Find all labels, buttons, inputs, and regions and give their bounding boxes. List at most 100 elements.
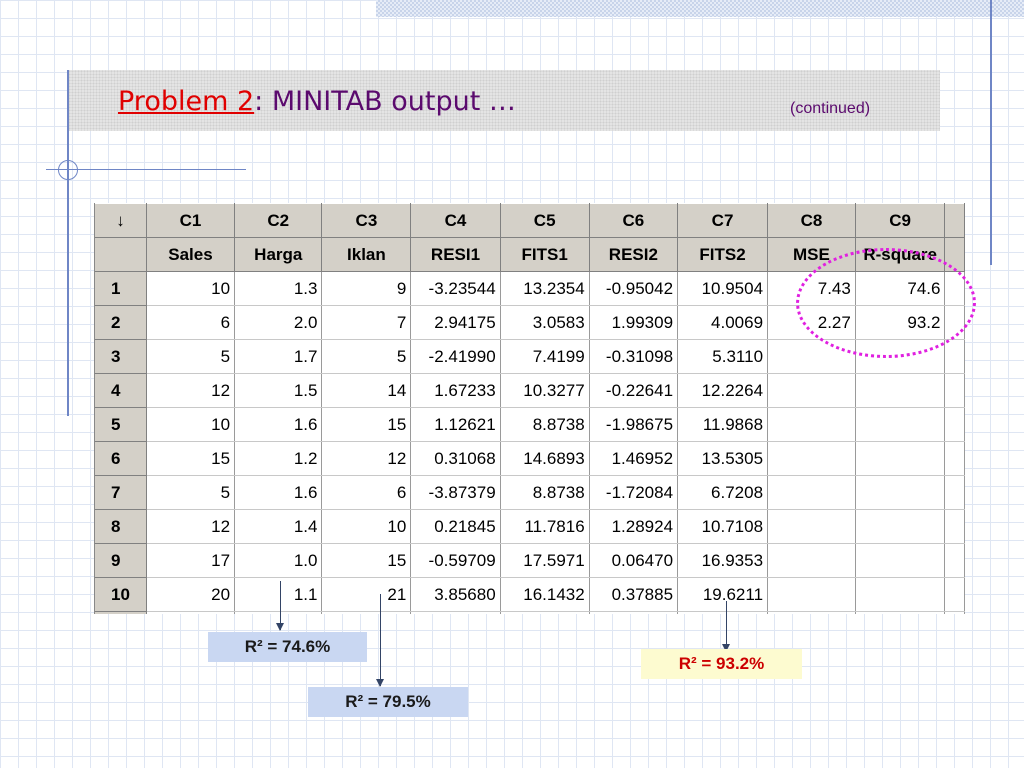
row-number[interactable]: 4 bbox=[95, 373, 147, 408]
table-cell[interactable]: 11.9868 bbox=[677, 407, 769, 442]
column-name[interactable]: FITS2 bbox=[677, 237, 769, 272]
table-cell[interactable]: 7.4199 bbox=[500, 339, 590, 374]
table-cell[interactable]: 1.99309 bbox=[589, 305, 679, 340]
table-cell[interactable]: 0.21845 bbox=[410, 509, 501, 544]
column-name[interactable]: RESI1 bbox=[410, 237, 501, 272]
table-cell[interactable]: -0.95042 bbox=[589, 271, 679, 306]
row-number[interactable]: 1 bbox=[95, 271, 147, 306]
table-cell[interactable] bbox=[767, 373, 856, 408]
table-cell[interactable]: 19.6211 bbox=[677, 577, 769, 612]
column-header[interactable]: C7 bbox=[677, 203, 769, 238]
table-cell[interactable]: 1.3 bbox=[234, 271, 323, 306]
table-cell[interactable]: 10.3277 bbox=[500, 373, 590, 408]
table-cell[interactable]: 10.7108 bbox=[677, 509, 769, 544]
table-cell[interactable] bbox=[767, 407, 856, 442]
table-cell[interactable]: -3.87379 bbox=[410, 475, 501, 510]
table-cell[interactable]: 1.6 bbox=[234, 407, 323, 442]
column-name[interactable]: Harga bbox=[234, 237, 323, 272]
table-cell[interactable]: 5 bbox=[321, 339, 412, 374]
table-cell[interactable]: 1.6 bbox=[234, 475, 323, 510]
table-cell[interactable]: 0.31068 bbox=[410, 441, 501, 476]
table-cell[interactable]: -0.22641 bbox=[589, 373, 679, 408]
table-cell[interactable]: 1.46952 bbox=[589, 441, 679, 476]
table-cell[interactable]: 12 bbox=[321, 441, 412, 476]
table-cell[interactable] bbox=[855, 509, 946, 544]
table-cell[interactable]: 14.6893 bbox=[500, 441, 590, 476]
table-cell[interactable]: 20 bbox=[146, 577, 236, 612]
problem-link[interactable]: Problem 2 bbox=[118, 86, 254, 117]
table-cell[interactable]: 1.7 bbox=[234, 339, 323, 374]
column-name[interactable]: Sales bbox=[146, 237, 236, 272]
table-cell[interactable]: 8.8738 bbox=[500, 475, 590, 510]
column-name[interactable]: FITS1 bbox=[500, 237, 590, 272]
table-cell[interactable]: -1.72084 bbox=[589, 475, 679, 510]
table-cell[interactable]: 12.2264 bbox=[677, 373, 769, 408]
row-number[interactable]: 8 bbox=[95, 509, 147, 544]
table-cell[interactable] bbox=[855, 407, 946, 442]
table-cell[interactable]: 17 bbox=[146, 543, 236, 578]
table-cell[interactable]: 6 bbox=[146, 305, 236, 340]
table-cell[interactable] bbox=[767, 577, 856, 612]
table-cell[interactable]: 10 bbox=[146, 407, 236, 442]
column-name[interactable]: Iklan bbox=[321, 237, 412, 272]
table-cell[interactable] bbox=[855, 577, 946, 612]
table-cell[interactable] bbox=[767, 441, 856, 476]
table-cell[interactable]: 0.06470 bbox=[589, 543, 679, 578]
table-cell[interactable]: 1.12621 bbox=[410, 407, 501, 442]
table-cell[interactable]: 1.4 bbox=[234, 509, 323, 544]
table-cell[interactable]: 14 bbox=[321, 373, 412, 408]
table-cell[interactable]: 9 bbox=[321, 271, 412, 306]
column-header[interactable]: C9 bbox=[855, 203, 946, 238]
table-cell[interactable]: 12 bbox=[146, 373, 236, 408]
table-cell[interactable]: -0.31098 bbox=[589, 339, 679, 374]
table-cell[interactable] bbox=[855, 543, 946, 578]
table-cell[interactable] bbox=[855, 475, 946, 510]
table-cell[interactable]: -2.41990 bbox=[410, 339, 501, 374]
row-number[interactable]: 9 bbox=[95, 543, 147, 578]
column-header[interactable]: C1 bbox=[146, 203, 236, 238]
table-cell[interactable]: 5 bbox=[146, 339, 236, 374]
table-cell[interactable]: 1.2 bbox=[234, 441, 323, 476]
table-cell[interactable]: 1.5 bbox=[234, 373, 323, 408]
table-cell[interactable]: 4.0069 bbox=[677, 305, 769, 340]
table-cell[interactable]: 1.1 bbox=[234, 577, 323, 612]
table-cell[interactable]: 15 bbox=[146, 441, 236, 476]
row-number[interactable]: 2 bbox=[95, 305, 147, 340]
table-cell[interactable]: 8.8738 bbox=[500, 407, 590, 442]
table-cell[interactable] bbox=[855, 373, 946, 408]
table-cell[interactable]: -3.23544 bbox=[410, 271, 501, 306]
column-header[interactable]: C2 bbox=[234, 203, 323, 238]
table-cell[interactable] bbox=[767, 475, 856, 510]
row-number[interactable]: 10 bbox=[95, 577, 147, 612]
row-number[interactable]: 3 bbox=[95, 339, 147, 374]
table-cell[interactable] bbox=[767, 509, 856, 544]
table-cell[interactable]: 5 bbox=[146, 475, 236, 510]
column-name[interactable]: RESI2 bbox=[589, 237, 679, 272]
corner-arrow-icon[interactable]: ↓ bbox=[95, 203, 147, 238]
column-header[interactable]: C5 bbox=[500, 203, 590, 238]
table-cell[interactable]: 16.1432 bbox=[500, 577, 590, 612]
table-cell[interactable]: 10.9504 bbox=[677, 271, 769, 306]
table-cell[interactable]: 7 bbox=[321, 305, 412, 340]
table-cell[interactable]: 1.28924 bbox=[589, 509, 679, 544]
table-cell[interactable] bbox=[767, 543, 856, 578]
table-cell[interactable]: 3.0583 bbox=[500, 305, 590, 340]
table-cell[interactable]: 3.85680 bbox=[410, 577, 501, 612]
table-cell[interactable]: 15 bbox=[321, 407, 412, 442]
table-cell[interactable]: 6 bbox=[321, 475, 412, 510]
table-cell[interactable]: 15 bbox=[321, 543, 412, 578]
table-cell[interactable]: 16.9353 bbox=[677, 543, 769, 578]
table-cell[interactable]: -0.59709 bbox=[410, 543, 501, 578]
table-cell[interactable]: 2.94175 bbox=[410, 305, 501, 340]
table-cell[interactable]: 12 bbox=[146, 509, 236, 544]
table-cell[interactable]: 11.7816 bbox=[500, 509, 590, 544]
row-number[interactable]: 6 bbox=[95, 441, 147, 476]
column-header[interactable]: C4 bbox=[410, 203, 501, 238]
column-header[interactable]: C8 bbox=[767, 203, 856, 238]
table-cell[interactable]: 2.0 bbox=[234, 305, 323, 340]
table-cell[interactable]: 0.37885 bbox=[589, 577, 679, 612]
table-cell[interactable] bbox=[855, 441, 946, 476]
table-cell[interactable]: 1.67233 bbox=[410, 373, 501, 408]
table-cell[interactable]: 5.3110 bbox=[677, 339, 769, 374]
table-cell[interactable]: 13.2354 bbox=[500, 271, 590, 306]
